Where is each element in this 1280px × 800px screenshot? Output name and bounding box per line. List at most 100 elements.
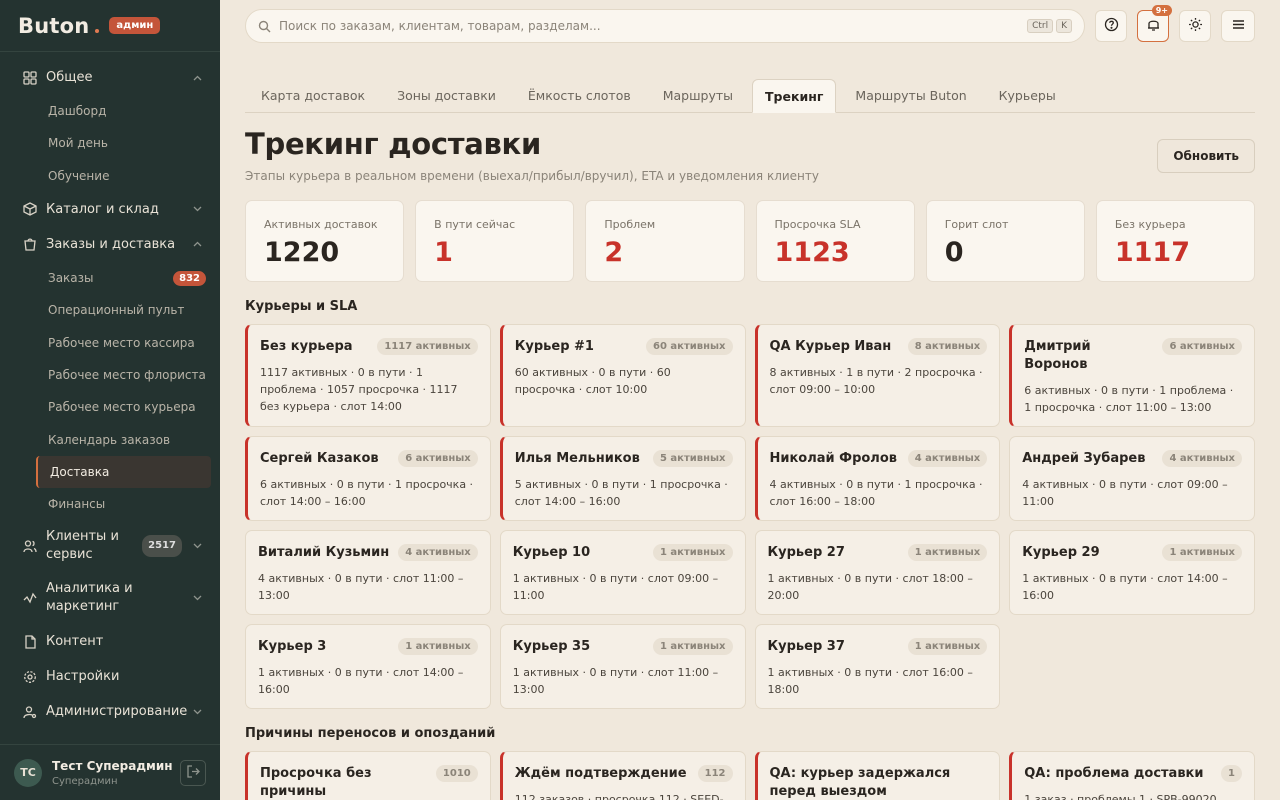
- refresh-button[interactable]: Обновить: [1157, 139, 1255, 173]
- card-header: Сергей Казаков 6 активных: [260, 450, 478, 468]
- tab-delivery-map[interactable]: Карта доставок: [245, 79, 381, 113]
- sidebar-item-cashier[interactable]: Рабочее место кассира: [0, 326, 220, 358]
- courier-card[interactable]: Виталий Кузьмин 4 активных 4 активных · 0 …: [245, 530, 491, 615]
- notifications-count-badge: 9+: [1151, 5, 1172, 16]
- courier-card[interactable]: Без курьера 1117 активных 1117 активных · …: [245, 324, 491, 427]
- card-description: 1 активных · 0 в пути · слот 16:00 – 18:…: [767, 666, 973, 696]
- search-input[interactable]: [279, 19, 1025, 33]
- sidebar-item-delivery[interactable]: Доставка: [36, 455, 211, 488]
- sidebar-item-orders[interactable]: Заказы 832: [0, 262, 220, 294]
- stat-card: В пути сейчас 1: [415, 200, 575, 282]
- sidebar-item-label: Операционный пульт: [48, 303, 185, 318]
- chevron-down-icon: [192, 593, 202, 603]
- tab-routes[interactable]: Маршруты: [647, 79, 749, 113]
- courier-card[interactable]: Курьер #1 60 активных 60 активных · 0 в пу…: [499, 324, 746, 427]
- menu-button[interactable]: [1221, 10, 1255, 42]
- notifications-button[interactable]: 9+: [1137, 5, 1172, 42]
- courier-card[interactable]: QA Курьер Иван 8 активных 8 активных · 1 в…: [754, 324, 1001, 427]
- card-title: Николай Фролов: [769, 451, 897, 466]
- count-badge: 6 активных: [398, 450, 478, 467]
- search-bar[interactable]: Ctrl K: [245, 9, 1085, 43]
- chevron-up-icon: [192, 73, 202, 83]
- count-badge: 1 активных: [907, 544, 988, 561]
- card-header: Курьер #1 60 активных: [515, 338, 733, 356]
- nav-section-general[interactable]: Общее: [0, 60, 220, 95]
- card-title: Андрей Зубарев: [1022, 451, 1146, 466]
- sidebar-item-courier-workplace[interactable]: Рабочее место курьера: [0, 391, 220, 423]
- chevron-down-icon: [192, 204, 202, 214]
- card-description: 4 активных · 0 в пути · слот 09:00 – 11:…: [1022, 478, 1228, 508]
- nav-section-admin[interactable]: Администрирование: [0, 694, 220, 729]
- sidebar-item-learning[interactable]: Обучение: [0, 160, 220, 192]
- nav-section-clients[interactable]: Клиенты и сервис 2517: [0, 520, 220, 572]
- sidebar-item-label: Дашборд: [48, 104, 107, 119]
- nav-section-catalog[interactable]: Каталог и склад: [0, 192, 220, 227]
- courier-card[interactable]: Курьер 3 1 активных 1 активных · 0 в пути …: [245, 624, 491, 709]
- count-badge: 60 активных: [646, 338, 733, 355]
- tab-buton-routes[interactable]: Маршруты Buton: [839, 79, 982, 113]
- nav-section-label: Аналитика и маркетинг: [46, 580, 192, 616]
- card-title: Курьер 27: [767, 545, 845, 560]
- nav-section-orders[interactable]: Заказы и доставка: [0, 227, 220, 262]
- card-description: 1 активных · 0 в пути · слот 18:00 – 20:…: [767, 572, 973, 602]
- card-description: 60 активных · 0 в пути · 60 просрочка · …: [514, 366, 671, 396]
- brand: Buton админ: [0, 0, 220, 52]
- courier-card[interactable]: Курьер 37 1 активных 1 активных · 0 в пути…: [754, 624, 1001, 709]
- card-title: Курьер 10: [512, 545, 591, 560]
- card-header: Без курьера 1117 активных: [260, 338, 478, 356]
- nav-section-settings[interactable]: Настройки: [0, 659, 220, 694]
- avatar[interactable]: ТС: [14, 758, 42, 787]
- tab-bar: Карта доставок Зоны доставки Ёмкость сло…: [245, 79, 1255, 113]
- card-header: Курьер 10 1 активных: [513, 544, 733, 562]
- card-description: 4 активных · 0 в пути · слот 11:00 – 13:…: [258, 572, 464, 602]
- courier-card[interactable]: Илья Мельников 5 активных 5 активных · 0 в…: [499, 436, 746, 521]
- stat-value: 1123: [774, 237, 850, 268]
- tab-tracking[interactable]: Трекинг: [752, 79, 837, 113]
- card-description: 1 активных · 0 в пути · слот 11:00 – 13:…: [512, 666, 719, 696]
- card-header: QA: курьер задержался перед выездом: [770, 765, 988, 800]
- tab-delivery-zones[interactable]: Зоны доставки: [381, 79, 512, 113]
- page-heading: Трекинг доставки Этапы курьера в реально…: [245, 127, 819, 183]
- sidebar-item-label: Финансы: [48, 497, 106, 512]
- card-description: 1 активных · 0 в пути · слот 14:00 – 16:…: [1022, 572, 1228, 602]
- user-cog-icon: [22, 704, 38, 720]
- card-header: Николай Фролов 4 активных: [770, 450, 988, 468]
- courier-card[interactable]: Сергей Казаков 6 активных 6 активных · 0 в…: [245, 436, 491, 521]
- reason-card[interactable]: QA: проблема доставки 1 1 заказ · проблемы…: [1009, 751, 1255, 800]
- sidebar-item-dashboard[interactable]: Дашборд: [0, 95, 220, 127]
- sidebar-item-my-day[interactable]: Мой день: [0, 127, 220, 159]
- stat-card: Горит слот 0: [925, 200, 1085, 282]
- courier-card[interactable]: Курьер 27 1 активных 1 активных · 0 в пути…: [754, 530, 1001, 615]
- courier-card[interactable]: Андрей Зубарев 4 активных 4 активных · 0 в…: [1009, 436, 1255, 521]
- logout-button[interactable]: [180, 759, 206, 786]
- reason-card[interactable]: QA: курьер задержался перед выездом: [754, 751, 1001, 800]
- page-title: Трекинг доставки: [245, 127, 541, 161]
- tab-slot-capacity[interactable]: Ёмкость слотов: [512, 79, 647, 113]
- sidebar-item-florist[interactable]: Рабочее место флориста: [0, 359, 220, 391]
- tab-couriers[interactable]: Курьеры: [983, 79, 1072, 113]
- bell-icon: [1146, 17, 1161, 36]
- reason-card[interactable]: Просрочка без причины10101010 заказов · …: [245, 751, 491, 800]
- nav-section-label: Общее: [46, 70, 93, 85]
- theme-toggle-button[interactable]: [1179, 10, 1211, 42]
- courier-card[interactable]: Курьер 10 1 активных 1 активных · 0 в пути…: [499, 530, 746, 615]
- reason-card[interactable]: Ждём подтверждение 112 112 заказов · проср…: [499, 751, 746, 800]
- card-title: QA Курьер Иван: [769, 339, 892, 354]
- nav-section-content[interactable]: Контент: [0, 624, 220, 659]
- card-header: QA Курьер Иван 8 активных: [770, 338, 988, 356]
- sidebar-item-label: Доставка: [50, 464, 110, 479]
- help-button[interactable]: [1095, 10, 1127, 42]
- courier-card[interactable]: Дмитрий Воронов 6 активных 6 активных · 0 …: [1009, 324, 1255, 427]
- sidebar-item-label: Обучение: [48, 168, 110, 183]
- nav-section-analytics[interactable]: Аналитика и маркетинг: [0, 572, 220, 624]
- sidebar-item-calendar[interactable]: Календарь заказов: [0, 423, 220, 455]
- user-info: Тест Суперадмин Суперадмин: [52, 759, 180, 787]
- courier-card[interactable]: Николай Фролов 4 активных 4 активных · 0 в…: [754, 436, 1001, 521]
- courier-card[interactable]: Курьер 35 1 активных 1 активных · 0 в пути…: [499, 624, 746, 709]
- nav-section-label: Настройки: [46, 669, 120, 685]
- help-icon: [1104, 17, 1119, 36]
- sidebar-item-finance[interactable]: Финансы: [0, 488, 220, 520]
- card-title: Виталий Кузьмин: [258, 545, 390, 560]
- courier-card[interactable]: Курьер 29 1 активных 1 активных · 0 в пути…: [1009, 530, 1255, 615]
- sidebar-item-ops-panel[interactable]: Операционный пульт: [0, 294, 220, 326]
